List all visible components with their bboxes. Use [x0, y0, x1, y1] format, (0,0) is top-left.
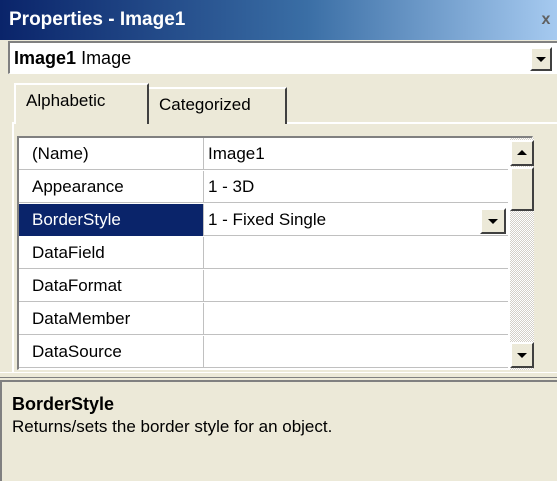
chevron-down-icon — [536, 57, 546, 62]
title-bar: Properties - Image1 x — [0, 0, 557, 40]
property-value[interactable] — [205, 336, 508, 368]
object-selector-combo[interactable]: Image1 Image — [8, 41, 557, 74]
property-row-name[interactable]: (Name) Image1 — [19, 138, 508, 170]
scroll-down-button[interactable] — [510, 342, 534, 368]
window-title: Properties - Image1 — [9, 9, 186, 30]
scroll-up-button[interactable] — [510, 140, 534, 166]
chevron-up-icon — [517, 150, 527, 155]
property-row-dataformat[interactable]: DataFormat — [19, 270, 508, 302]
chevron-down-icon — [488, 219, 498, 224]
property-name[interactable]: DataFormat — [19, 270, 204, 302]
object-name: Image1 — [14, 48, 77, 68]
pane-splitter[interactable] — [0, 372, 557, 378]
property-name[interactable]: Appearance — [19, 171, 204, 203]
description-title: BorderStyle — [12, 394, 115, 414]
property-value[interactable]: 1 - 3D — [205, 171, 508, 203]
chevron-down-icon — [517, 353, 527, 358]
vertical-scrollbar[interactable] — [510, 138, 534, 370]
property-name[interactable]: BorderStyle — [19, 204, 204, 236]
object-selector-dropdown-button[interactable] — [530, 47, 552, 71]
close-icon[interactable]: x — [536, 9, 556, 31]
property-value[interactable] — [205, 270, 508, 302]
property-row-datasource[interactable]: DataSource — [19, 336, 508, 368]
property-value[interactable] — [205, 237, 508, 269]
property-name[interactable]: (Name) — [19, 138, 204, 170]
tab-categorized[interactable]: Categorized — [147, 87, 287, 124]
object-selector-text: Image1 Image — [14, 48, 131, 69]
property-row-appearance[interactable]: Appearance 1 - 3D — [19, 171, 508, 203]
property-value[interactable]: 1 - Fixed Single — [205, 204, 508, 236]
property-row-borderstyle[interactable]: BorderStyle 1 - Fixed Single — [19, 204, 508, 236]
property-grid: (Name) Image1 Appearance 1 - 3D BorderSt… — [17, 136, 534, 370]
property-name[interactable]: DataSource — [19, 336, 204, 368]
description-text: Returns/sets the border style for an obj… — [12, 417, 333, 436]
property-name[interactable]: DataMember — [19, 303, 204, 335]
property-value[interactable] — [205, 303, 508, 335]
description-pane: BorderStyle Returns/sets the border styl… — [0, 380, 557, 481]
property-value-dropdown-button[interactable] — [480, 208, 506, 234]
property-value[interactable]: Image1 — [205, 138, 508, 170]
property-row-datamember[interactable]: DataMember — [19, 303, 508, 335]
object-type: Image — [81, 48, 132, 68]
tab-alphabetic[interactable]: Alphabetic — [14, 83, 149, 124]
property-name[interactable]: DataField — [19, 237, 204, 269]
property-row-datafield[interactable]: DataField — [19, 237, 508, 269]
scrollbar-thumb[interactable] — [510, 167, 534, 211]
